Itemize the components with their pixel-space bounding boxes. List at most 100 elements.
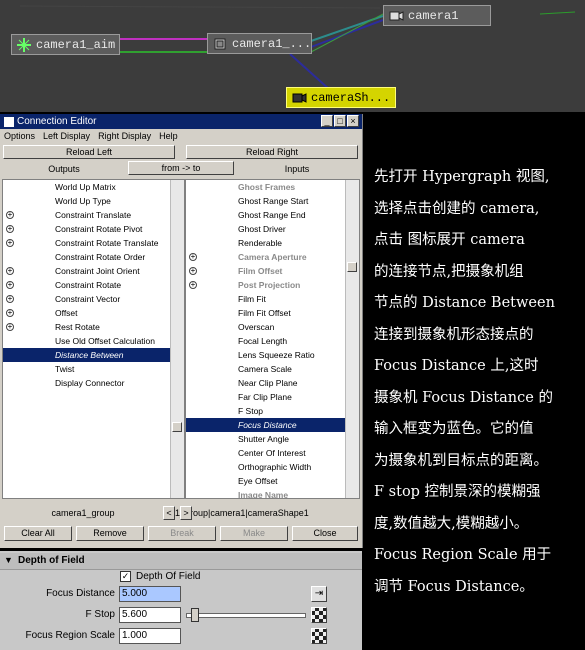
menu-left-display[interactable]: Left Display <box>43 131 90 141</box>
swap-left-button[interactable]: < <box>163 506 175 520</box>
list-item[interactable]: + Constraint Rotate <box>3 278 170 292</box>
list-item[interactable]: + Constraint Rotate Translate <box>3 236 170 250</box>
expand-plus-icon[interactable]: + <box>6 309 14 317</box>
list-item-label: Eye Offset <box>238 476 278 486</box>
remove-button[interactable]: Remove <box>76 526 144 541</box>
right-node-name: 1_group|camera1|cameraShape1 <box>175 508 309 518</box>
hypergraph-view[interactable]: camera1 camera1_aim camera1_... cameraSh… <box>0 0 585 112</box>
list-item[interactable]: Orthographic Width <box>186 460 345 474</box>
expand-plus-icon[interactable]: + <box>6 267 14 275</box>
inputs-scrollbar[interactable] <box>345 180 359 498</box>
list-item[interactable]: Display Connector <box>3 376 170 390</box>
outputs-list[interactable]: World Up Matrix World Up Type + Constraint … <box>2 179 185 499</box>
group-icon <box>212 36 228 52</box>
focus-region-scale-field[interactable]: 1.000 <box>119 628 181 644</box>
expand-plus-icon[interactable]: + <box>6 225 14 233</box>
camera1-aim-node[interactable]: camera1_aim <box>11 34 120 55</box>
map-checker-icon[interactable] <box>311 607 327 623</box>
menu-help[interactable]: Help <box>159 131 178 141</box>
list-item[interactable]: Near Clip Plane <box>186 376 345 390</box>
list-item[interactable]: Ghost Range Start <box>186 194 345 208</box>
list-item[interactable]: + Constraint Rotate Pivot <box>3 222 170 236</box>
list-item[interactable]: + Film Offset <box>186 264 345 278</box>
list-item[interactable]: Film Fit Offset <box>186 306 345 320</box>
section-header[interactable]: ▼ Depth of Field <box>0 553 362 570</box>
expand-plus-icon[interactable]: + <box>6 281 14 289</box>
list-item[interactable]: + Constraint Vector <box>3 292 170 306</box>
list-item[interactable]: + Post Projection <box>186 278 345 292</box>
focus-region-scale-label: Focus Region Scale <box>25 630 116 641</box>
list-item[interactable]: + Offset <box>3 306 170 320</box>
make-button[interactable]: Make <box>220 526 288 541</box>
expand-plus-icon[interactable]: + <box>6 239 14 247</box>
expand-plus-icon[interactable]: + <box>6 295 14 303</box>
list-item[interactable]: Renderable <box>186 236 345 250</box>
list-item[interactable]: Ghost Range End <box>186 208 345 222</box>
list-item[interactable]: Distance Between <box>3 348 170 362</box>
menu-right-display[interactable]: Right Display <box>98 131 151 141</box>
reload-right-button[interactable]: Reload Right <box>186 145 358 159</box>
direction-button[interactable]: from -> to <box>128 161 234 175</box>
list-item[interactable]: Shutter Angle <box>186 432 345 446</box>
inputs-list[interactable]: Ghost Frames Ghost Range Start Ghost Range… <box>185 179 360 499</box>
menu-bar: Options Left Display Right Display Help <box>0 129 362 143</box>
list-item[interactable]: Center Of Interest <box>186 446 345 460</box>
list-item[interactable]: World Up Type <box>3 194 170 208</box>
expand-plus-icon[interactable]: + <box>189 281 197 289</box>
expand-plus-icon[interactable]: + <box>6 211 14 219</box>
list-item[interactable]: + Camera Aperture <box>186 250 345 264</box>
list-item[interactable]: Film Fit <box>186 292 345 306</box>
map-checker-icon[interactable] <box>311 628 327 644</box>
list-item[interactable]: + Constraint Joint Orient <box>3 264 170 278</box>
fstop-field[interactable]: 5.600 <box>119 607 181 623</box>
list-item[interactable]: Camera Scale <box>186 362 345 376</box>
description-line: 点击 图标展开 camera <box>374 232 525 248</box>
maya-icon <box>4 116 14 127</box>
title-bar[interactable]: Connection Editor _ □ × <box>0 114 362 129</box>
list-item[interactable]: Ghost Frames <box>186 180 345 194</box>
fstop-slider[interactable] <box>186 608 306 622</box>
camera-shape-node[interactable]: cameraSh... <box>286 87 396 108</box>
list-item[interactable]: Image Name <box>186 488 345 498</box>
slider-handle[interactable] <box>191 608 199 622</box>
list-item[interactable]: Ghost Driver <box>186 222 345 236</box>
focus-distance-field[interactable]: 5.000 <box>119 586 181 602</box>
swap-right-button[interactable]: > <box>180 506 192 520</box>
menu-options[interactable]: Options <box>4 131 35 141</box>
list-item[interactable]: Twist <box>3 362 170 376</box>
list-item[interactable]: Focal Length <box>186 334 345 348</box>
list-item-label: F Stop <box>238 406 264 416</box>
camera1-node[interactable]: camera1 <box>383 5 491 26</box>
reload-left-button[interactable]: Reload Left <box>3 145 175 159</box>
list-item[interactable]: World Up Matrix <box>3 180 170 194</box>
list-item[interactable]: Eye Offset <box>186 474 345 488</box>
scroll-thumb[interactable] <box>172 422 182 432</box>
clear-all-button[interactable]: Clear All <box>4 526 72 541</box>
list-item[interactable]: Constraint Rotate Order <box>3 250 170 264</box>
list-item-label: Camera Scale <box>238 364 292 374</box>
list-item[interactable]: Overscan <box>186 320 345 334</box>
list-item[interactable]: + Constraint Translate <box>3 208 170 222</box>
depth-of-field-checkbox[interactable]: ✓ <box>120 571 131 582</box>
list-item[interactable]: F Stop <box>186 404 345 418</box>
list-item[interactable]: + Rest Rotate <box>3 320 170 334</box>
scroll-thumb[interactable] <box>347 262 357 272</box>
list-item[interactable]: Use Old Offset Calculation <box>3 334 170 348</box>
camera1-node-label: camera1 <box>408 8 459 23</box>
break-button[interactable]: Break <box>148 526 216 541</box>
input-connection-icon[interactable]: ⇥ <box>311 586 327 602</box>
list-item-label: Use Old Offset Calculation <box>55 336 155 346</box>
list-item[interactable]: Focus Distance <box>186 418 345 432</box>
outputs-scrollbar[interactable] <box>170 180 184 498</box>
expand-plus-icon[interactable]: + <box>6 323 14 331</box>
maximize-icon[interactable]: □ <box>334 115 346 127</box>
list-item[interactable]: Far Clip Plane <box>186 390 345 404</box>
minimize-icon[interactable]: _ <box>321 115 333 127</box>
expand-plus-icon[interactable]: + <box>189 267 197 275</box>
collapse-arrow-icon[interactable]: ▼ <box>4 555 13 565</box>
close-button[interactable]: Close <box>292 526 358 541</box>
list-item[interactable]: Lens Squeeze Ratio <box>186 348 345 362</box>
expand-plus-icon[interactable]: + <box>189 253 197 261</box>
close-icon[interactable]: × <box>347 115 359 127</box>
camera1-group-node[interactable]: camera1_... <box>207 33 312 54</box>
